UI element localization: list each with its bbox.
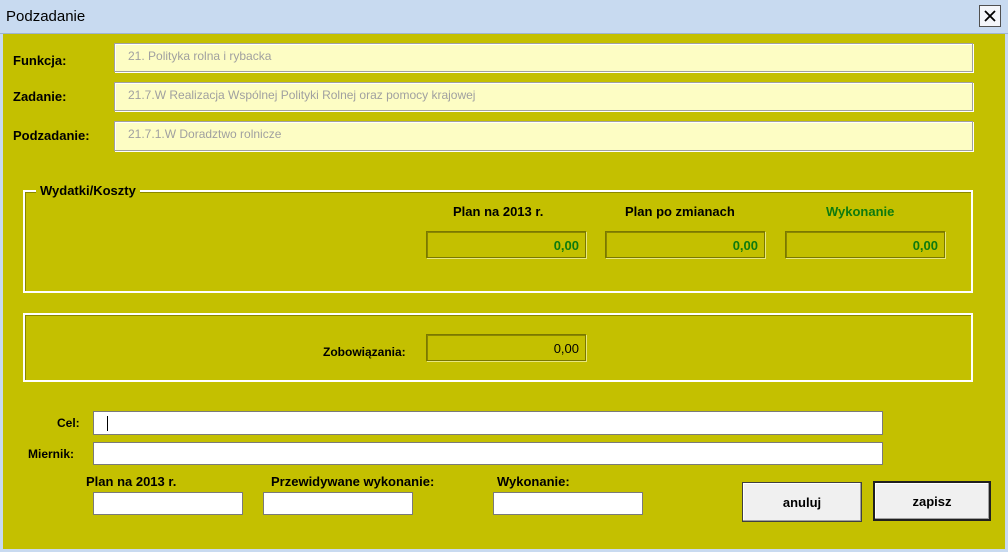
close-button[interactable] [979, 5, 1001, 27]
zadanie-field[interactable]: 21.7.W Realizacja Wspólnej Polityki Roln… [114, 82, 973, 111]
anuluj-button[interactable]: anuluj [742, 482, 862, 522]
close-icon [984, 10, 996, 22]
header-plan: Plan na 2013 r. [453, 204, 544, 219]
funkcja-label: Funkcja: [13, 53, 67, 68]
wykonanie-label: Wykonanie: [497, 474, 570, 489]
przewidywane-input[interactable] [263, 492, 413, 515]
wykonanie-value: 0,00 [785, 231, 945, 258]
header-wykonanie: Wykonanie [826, 204, 895, 219]
przewidywane-label: Przewidywane wykonanie: [271, 474, 435, 489]
miernik-input[interactable] [93, 442, 883, 465]
cel-input[interactable] [93, 411, 883, 435]
plan-2013-input[interactable] [93, 492, 243, 515]
header-plan-po-zmianach: Plan po zmianach [625, 204, 735, 219]
plan-value: 0,00 [426, 231, 586, 258]
plan-po-zmianach-value: 0,00 [605, 231, 765, 258]
text-caret [107, 416, 108, 431]
funkcja-field[interactable]: 21. Polityka rolna i rybacka [114, 43, 973, 72]
podzadanie-field[interactable]: 21.7.1.W Doradztwo rolnicze [114, 121, 973, 151]
zadanie-label: Zadanie: [13, 89, 67, 104]
plan-2013-label: Plan na 2013 r. [86, 474, 177, 489]
cel-label: Cel: [57, 416, 80, 430]
zobowiazania-value: 0,00 [426, 334, 586, 361]
zapisz-button[interactable]: zapisz [873, 481, 991, 521]
zobowiazania-label: Zobowiązania: [323, 345, 406, 359]
wykonanie-input[interactable] [493, 492, 643, 515]
miernik-label: Miernik: [28, 447, 75, 461]
wydatki-legend: Wydatki/Koszty [36, 183, 140, 198]
title-bar: Podzadanie [0, 0, 1008, 34]
podzadanie-label: Podzadanie: [13, 128, 90, 143]
window-title: Podzadanie [6, 8, 86, 25]
